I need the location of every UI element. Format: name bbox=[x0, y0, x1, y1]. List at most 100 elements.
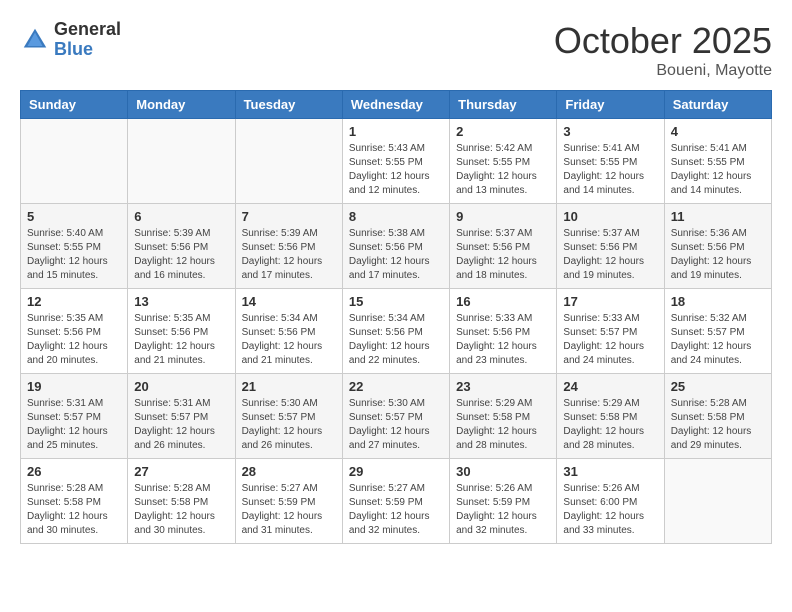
day-number: 13 bbox=[134, 294, 228, 309]
calendar-cell: 7Sunrise: 5:39 AM Sunset: 5:56 PM Daylig… bbox=[235, 204, 342, 289]
calendar-week-2: 5 Sunrise: 5:40 AM Sunset: 5:55 PM Daylig… bbox=[21, 204, 772, 289]
calendar-cell: 4Sunrise: 5:41 AM Sunset: 5:55 PM Daylig… bbox=[664, 119, 771, 204]
day-number: 1 bbox=[349, 124, 443, 139]
month-title: October 2025 bbox=[554, 20, 772, 62]
calendar-cell: 9Sunrise: 5:37 AM Sunset: 5:56 PM Daylig… bbox=[450, 204, 557, 289]
calendar-week-4: 19 Sunrise: 5:31 AM Sunset: 5:57 PM Dayli… bbox=[21, 374, 772, 459]
calendar-week-1: 1 Sunrise: 5:43 AM Sunset: 5:55 PM Daylig… bbox=[21, 119, 772, 204]
calendar-cell: 21 Sunrise: 5:30 AM Sunset: 5:57 PM Dayli… bbox=[235, 374, 342, 459]
day-number: 18 bbox=[671, 294, 765, 309]
day-info: Sunrise: 5:38 AM Sunset: 5:56 PM Dayligh… bbox=[349, 227, 443, 283]
day-info: Sunrise: 5:36 AM Sunset: 5:56 PM Dayligh… bbox=[671, 227, 765, 283]
calendar-table: SundayMondayTuesdayWednesdayThursdayFrid… bbox=[20, 90, 772, 544]
day-info: Sunrise: 5:31 AM Sunset: 5:57 PM Dayligh… bbox=[134, 397, 228, 453]
calendar-cell: 8Sunrise: 5:38 AM Sunset: 5:56 PM Daylig… bbox=[342, 204, 449, 289]
day-number: 30 bbox=[456, 464, 550, 479]
day-info: Sunrise: 5:30 AM Sunset: 5:57 PM Dayligh… bbox=[242, 397, 336, 453]
calendar-cell: 29 Sunrise: 5:27 AM Sunset: 5:59 PM Dayli… bbox=[342, 459, 449, 544]
day-info: Sunrise: 5:32 AM Sunset: 5:57 PM Dayligh… bbox=[671, 312, 765, 368]
calendar-cell: 27 Sunrise: 5:28 AM Sunset: 5:58 PM Dayli… bbox=[128, 459, 235, 544]
day-number: 24 bbox=[563, 379, 657, 394]
day-info: Sunrise: 5:34 AM Sunset: 5:56 PM Dayligh… bbox=[349, 312, 443, 368]
weekday-header-monday: Monday bbox=[128, 91, 235, 119]
calendar-cell: 17 Sunrise: 5:33 AM Sunset: 5:57 PM Dayli… bbox=[557, 289, 664, 374]
day-number: 26 bbox=[27, 464, 121, 479]
day-number: 16 bbox=[456, 294, 550, 309]
calendar-cell: 1 Sunrise: 5:43 AM Sunset: 5:55 PM Daylig… bbox=[342, 119, 449, 204]
day-number: 28 bbox=[242, 464, 336, 479]
calendar-cell: 31Sunrise: 5:26 AM Sunset: 6:00 PM Dayli… bbox=[557, 459, 664, 544]
day-number: 17 bbox=[563, 294, 657, 309]
day-number: 5 bbox=[27, 209, 121, 224]
calendar-cell: 19 Sunrise: 5:31 AM Sunset: 5:57 PM Dayli… bbox=[21, 374, 128, 459]
calendar-cell: 2 Sunrise: 5:42 AM Sunset: 5:55 PM Daylig… bbox=[450, 119, 557, 204]
day-info: Sunrise: 5:37 AM Sunset: 5:56 PM Dayligh… bbox=[563, 227, 657, 283]
day-info: Sunrise: 5:43 AM Sunset: 5:55 PM Dayligh… bbox=[349, 142, 443, 198]
calendar-cell: 5 Sunrise: 5:40 AM Sunset: 5:55 PM Daylig… bbox=[21, 204, 128, 289]
day-info: Sunrise: 5:26 AM Sunset: 6:00 PM Dayligh… bbox=[563, 482, 657, 538]
page-header: General Blue October 2025 Boueni, Mayott… bbox=[20, 20, 772, 80]
calendar-cell: 23Sunrise: 5:29 AM Sunset: 5:58 PM Dayli… bbox=[450, 374, 557, 459]
calendar-cell: 25 Sunrise: 5:28 AM Sunset: 5:58 PM Dayli… bbox=[664, 374, 771, 459]
calendar-cell: 12 Sunrise: 5:35 AM Sunset: 5:56 PM Dayli… bbox=[21, 289, 128, 374]
logo-general: General bbox=[54, 20, 121, 40]
calendar-cell: 16 Sunrise: 5:33 AM Sunset: 5:56 PM Dayli… bbox=[450, 289, 557, 374]
calendar-cell: 22 Sunrise: 5:30 AM Sunset: 5:57 PM Dayli… bbox=[342, 374, 449, 459]
day-number: 10 bbox=[563, 209, 657, 224]
calendar-cell: 11Sunrise: 5:36 AM Sunset: 5:56 PM Dayli… bbox=[664, 204, 771, 289]
weekday-header-tuesday: Tuesday bbox=[235, 91, 342, 119]
weekday-header-saturday: Saturday bbox=[664, 91, 771, 119]
day-number: 22 bbox=[349, 379, 443, 394]
day-info: Sunrise: 5:41 AM Sunset: 5:55 PM Dayligh… bbox=[563, 142, 657, 198]
weekday-header-friday: Friday bbox=[557, 91, 664, 119]
day-info: Sunrise: 5:28 AM Sunset: 5:58 PM Dayligh… bbox=[134, 482, 228, 538]
day-info: Sunrise: 5:35 AM Sunset: 5:56 PM Dayligh… bbox=[27, 312, 121, 368]
logo-blue: Blue bbox=[54, 40, 121, 60]
day-number: 15 bbox=[349, 294, 443, 309]
day-number: 20 bbox=[134, 379, 228, 394]
day-number: 2 bbox=[456, 124, 550, 139]
day-info: Sunrise: 5:34 AM Sunset: 5:56 PM Dayligh… bbox=[242, 312, 336, 368]
day-number: 21 bbox=[242, 379, 336, 394]
day-info: Sunrise: 5:33 AM Sunset: 5:57 PM Dayligh… bbox=[563, 312, 657, 368]
day-number: 19 bbox=[27, 379, 121, 394]
logo: General Blue bbox=[20, 20, 121, 60]
calendar-cell: 3Sunrise: 5:41 AM Sunset: 5:55 PM Daylig… bbox=[557, 119, 664, 204]
day-number: 29 bbox=[349, 464, 443, 479]
day-info: Sunrise: 5:26 AM Sunset: 5:59 PM Dayligh… bbox=[456, 482, 550, 538]
day-number: 12 bbox=[27, 294, 121, 309]
day-info: Sunrise: 5:30 AM Sunset: 5:57 PM Dayligh… bbox=[349, 397, 443, 453]
calendar-cell: 28 Sunrise: 5:27 AM Sunset: 5:59 PM Dayli… bbox=[235, 459, 342, 544]
day-info: Sunrise: 5:39 AM Sunset: 5:56 PM Dayligh… bbox=[242, 227, 336, 283]
calendar-cell: 30 Sunrise: 5:26 AM Sunset: 5:59 PM Dayli… bbox=[450, 459, 557, 544]
weekday-header-wednesday: Wednesday bbox=[342, 91, 449, 119]
day-info: Sunrise: 5:27 AM Sunset: 5:59 PM Dayligh… bbox=[242, 482, 336, 538]
day-info: Sunrise: 5:28 AM Sunset: 5:58 PM Dayligh… bbox=[671, 397, 765, 453]
calendar-cell: 13 Sunrise: 5:35 AM Sunset: 5:56 PM Dayli… bbox=[128, 289, 235, 374]
day-number: 14 bbox=[242, 294, 336, 309]
calendar-week-5: 26 Sunrise: 5:28 AM Sunset: 5:58 PM Dayli… bbox=[21, 459, 772, 544]
day-number: 23 bbox=[456, 379, 550, 394]
calendar-cell bbox=[21, 119, 128, 204]
day-info: Sunrise: 5:27 AM Sunset: 5:59 PM Dayligh… bbox=[349, 482, 443, 538]
day-info: Sunrise: 5:42 AM Sunset: 5:55 PM Dayligh… bbox=[456, 142, 550, 198]
calendar-cell bbox=[664, 459, 771, 544]
calendar-cell: 15 Sunrise: 5:34 AM Sunset: 5:56 PM Dayli… bbox=[342, 289, 449, 374]
calendar-cell: 24Sunrise: 5:29 AM Sunset: 5:58 PM Dayli… bbox=[557, 374, 664, 459]
day-info: Sunrise: 5:35 AM Sunset: 5:56 PM Dayligh… bbox=[134, 312, 228, 368]
location-subtitle: Boueni, Mayotte bbox=[554, 62, 772, 80]
title-block: October 2025 Boueni, Mayotte bbox=[554, 20, 772, 80]
weekday-header-sunday: Sunday bbox=[21, 91, 128, 119]
day-number: 25 bbox=[671, 379, 765, 394]
day-number: 27 bbox=[134, 464, 228, 479]
day-info: Sunrise: 5:31 AM Sunset: 5:57 PM Dayligh… bbox=[27, 397, 121, 453]
weekday-header-row: SundayMondayTuesdayWednesdayThursdayFrid… bbox=[21, 91, 772, 119]
day-info: Sunrise: 5:33 AM Sunset: 5:56 PM Dayligh… bbox=[456, 312, 550, 368]
day-info: Sunrise: 5:28 AM Sunset: 5:58 PM Dayligh… bbox=[27, 482, 121, 538]
calendar-cell: 26 Sunrise: 5:28 AM Sunset: 5:58 PM Dayli… bbox=[21, 459, 128, 544]
day-number: 6 bbox=[134, 209, 228, 224]
weekday-header-thursday: Thursday bbox=[450, 91, 557, 119]
day-number: 4 bbox=[671, 124, 765, 139]
calendar-cell: 6Sunrise: 5:39 AM Sunset: 5:56 PM Daylig… bbox=[128, 204, 235, 289]
day-info: Sunrise: 5:40 AM Sunset: 5:55 PM Dayligh… bbox=[27, 227, 121, 283]
